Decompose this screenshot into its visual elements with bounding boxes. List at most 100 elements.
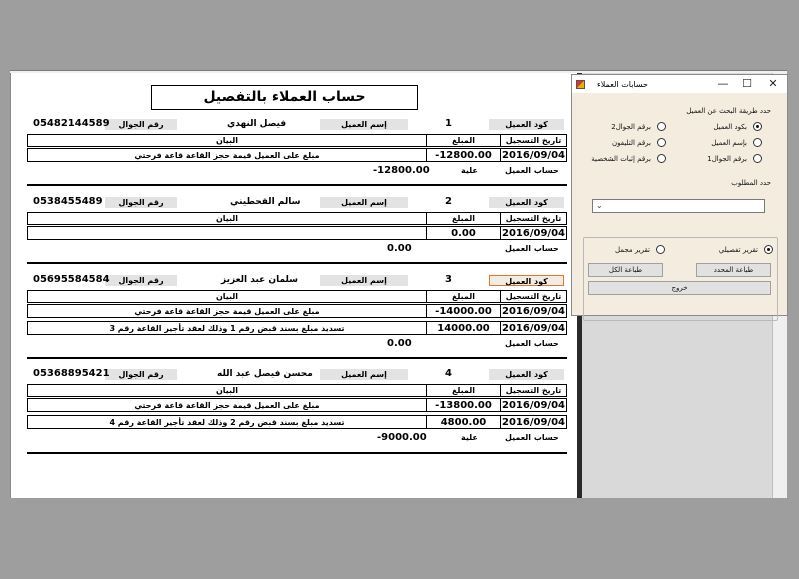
header-amount: المبلغ [426, 213, 500, 224]
radio-by-id[interactable] [657, 154, 666, 163]
radio-summary-report[interactable] [656, 245, 665, 254]
row-amount: -14000.00 [426, 305, 500, 317]
customer-name-value: فيصل النهدي [227, 119, 287, 129]
row-amount: 4800.00 [426, 416, 500, 428]
customer-accounts-dialog: حسابات العملاء — ☐ ✕ حدد طريقة البحث عن … [571, 74, 788, 321]
radio-by-phone[interactable] [657, 138, 666, 147]
radio-by-id-label[interactable]: برقم إثبات الشخصية [591, 155, 651, 163]
balance-value: 0.00 [387, 338, 412, 349]
mobile-value: 05368895421 [33, 368, 110, 379]
required-combo[interactable]: ⌄ [592, 199, 765, 213]
row-amount: 0.00 [426, 227, 500, 239]
radio-by-phone-label[interactable]: برقم التليفون [612, 139, 651, 147]
header-amount: المبلغ [426, 135, 500, 146]
customer-code-label: كود العميل [489, 275, 564, 286]
customer-account-label: حساب العميل [505, 244, 559, 253]
mobile-label: رقم الجوال [105, 197, 177, 208]
customer-code-value: 3 [445, 274, 452, 285]
search-method-label: حدد طريقة البحث عن العميل [686, 107, 771, 115]
balance-note: علية [461, 433, 478, 442]
table-row: 2016/09/04 14000.00 تسديد مبلغ بسند قبض … [27, 321, 567, 335]
report-page: حساب العملاء بالتفصيل كود العميل 1 إسم ا… [10, 73, 577, 498]
row-date: 2016/09/04 [500, 399, 566, 411]
radio-by-name-label[interactable]: بإسم العميل [711, 139, 747, 147]
print-all-button[interactable]: طباعة الكل [588, 263, 663, 277]
radio-by-name[interactable] [753, 138, 762, 147]
radio-by-mobile1[interactable] [753, 154, 762, 163]
customer-name-value: سلمان عبد العزيز [221, 275, 299, 285]
balance-value: 0.00 [387, 243, 412, 254]
exit-button[interactable]: خروج [588, 281, 771, 295]
row-statement: تسديد مبلغ بسند قبض رقم 2 وذلك لعقد تأجي… [109, 417, 345, 427]
close-icon[interactable]: ✕ [761, 75, 785, 93]
table-row: 2016/09/04 4800.00 تسديد مبلغ بسند قبض ر… [27, 415, 567, 429]
balance-note: علية [461, 166, 478, 175]
customer-code-value: 1 [445, 118, 452, 129]
customer-code-label: كود العميل [489, 119, 564, 130]
table-row: 2016/09/04 -12800.00 مبلغ على العميل قيم… [27, 148, 567, 162]
row-date: 2016/09/04 [500, 227, 566, 239]
customer-name-label: إسم العميل [320, 369, 408, 380]
radio-by-code-label[interactable]: بكود العميل [713, 123, 747, 131]
radio-detailed-report[interactable] [764, 245, 773, 254]
block-separator [27, 357, 567, 359]
table-header: تاريخ التسجيل المبلغ البيان [27, 384, 567, 397]
row-statement: مبلغ على العميل قيمة حجز القاعة قاعة فرح… [134, 306, 320, 316]
row-amount: -12800.00 [426, 149, 500, 161]
header-statement: البيان [215, 386, 239, 395]
header-statement: البيان [215, 292, 239, 301]
app-icon [576, 79, 585, 89]
mobile-value: 0538455489 [33, 196, 103, 207]
dialog-body: حدد طريقة البحث عن العميل بكود العميل بر… [572, 93, 787, 321]
header-date: تاريخ التسجيل [500, 135, 566, 146]
required-label: حدد المطلوب [731, 179, 771, 187]
table-header: تاريخ التسجيل المبلغ البيان [27, 290, 567, 303]
customer-code-value: 4 [445, 368, 452, 379]
balance-value: -9000.00 [377, 432, 427, 443]
mobile-value: 05695584584 [33, 274, 110, 285]
dialog-titlebar[interactable]: حسابات العملاء — ☐ ✕ [572, 75, 787, 93]
mobile-label: رقم الجوال [105, 275, 177, 286]
customer-account-label: حساب العميل [505, 433, 559, 442]
customer-block-1: كود العميل 1 إسم العميل فيصل النهدي رقم … [27, 116, 567, 176]
table-row: 2016/09/04 -13800.00 مبلغ على العميل قيم… [27, 398, 567, 412]
block-separator [27, 184, 567, 186]
balance-value: -12800.00 [373, 165, 430, 176]
radio-by-code[interactable] [753, 122, 762, 131]
header-date: تاريخ التسجيل [500, 213, 566, 224]
table-row: 2016/09/04 -14000.00 مبلغ على العميل قيم… [27, 304, 567, 318]
header-amount: المبلغ [426, 291, 500, 302]
customer-account-label: حساب العميل [505, 166, 559, 175]
customer-name-label: إسم العميل [320, 275, 408, 286]
radio-by-mobile2-label[interactable]: برقم الجوال2 [611, 123, 651, 131]
customer-code-label: كود العميل [489, 369, 564, 380]
table-header: تاريخ التسجيل المبلغ البيان [27, 134, 567, 147]
header-date: تاريخ التسجيل [500, 385, 566, 396]
mobile-label: رقم الجوال [105, 369, 177, 380]
header-date: تاريخ التسجيل [500, 291, 566, 302]
chevron-down-icon[interactable]: ⌄ [596, 201, 603, 210]
minimize-icon[interactable]: — [711, 75, 735, 93]
table-row: 2016/09/04 0.00 [27, 226, 567, 240]
row-statement: مبلغ على العميل قيمة حجز القاعة قاعة فرح… [134, 400, 320, 410]
row-statement [28, 227, 426, 239]
row-date: 2016/09/04 [500, 149, 566, 161]
row-statement: تسديد مبلغ بسند قبض رقم 1 وذلك لعقد تأجي… [109, 323, 345, 333]
customer-name-value: محسن فيصل عبد الله [217, 369, 313, 379]
row-statement: مبلغ على العميل قيمة حجز القاعة قاعة فرح… [134, 150, 320, 160]
customer-block-2: كود العميل 2 إسم العميل سالم القحطيني رق… [27, 194, 567, 254]
mobile-label: رقم الجوال [105, 119, 177, 130]
print-selected-button[interactable]: طباعة المحدد [696, 263, 771, 277]
block-separator [27, 262, 567, 264]
header-amount: المبلغ [426, 385, 500, 396]
radio-detailed-report-label[interactable]: تقرير تفصيلي [719, 246, 758, 254]
customer-name-label: إسم العميل [320, 197, 408, 208]
radio-by-mobile1-label[interactable]: برقم الجوال1 [707, 155, 747, 163]
customer-account-label: حساب العميل [505, 339, 559, 348]
report-title: حساب العملاء بالتفصيل [151, 85, 418, 110]
row-date: 2016/09/04 [500, 322, 566, 334]
row-date: 2016/09/04 [500, 416, 566, 428]
radio-summary-report-label[interactable]: تقرير مجمل [615, 246, 650, 254]
radio-by-mobile2[interactable] [657, 122, 666, 131]
maximize-icon[interactable]: ☐ [735, 75, 759, 93]
